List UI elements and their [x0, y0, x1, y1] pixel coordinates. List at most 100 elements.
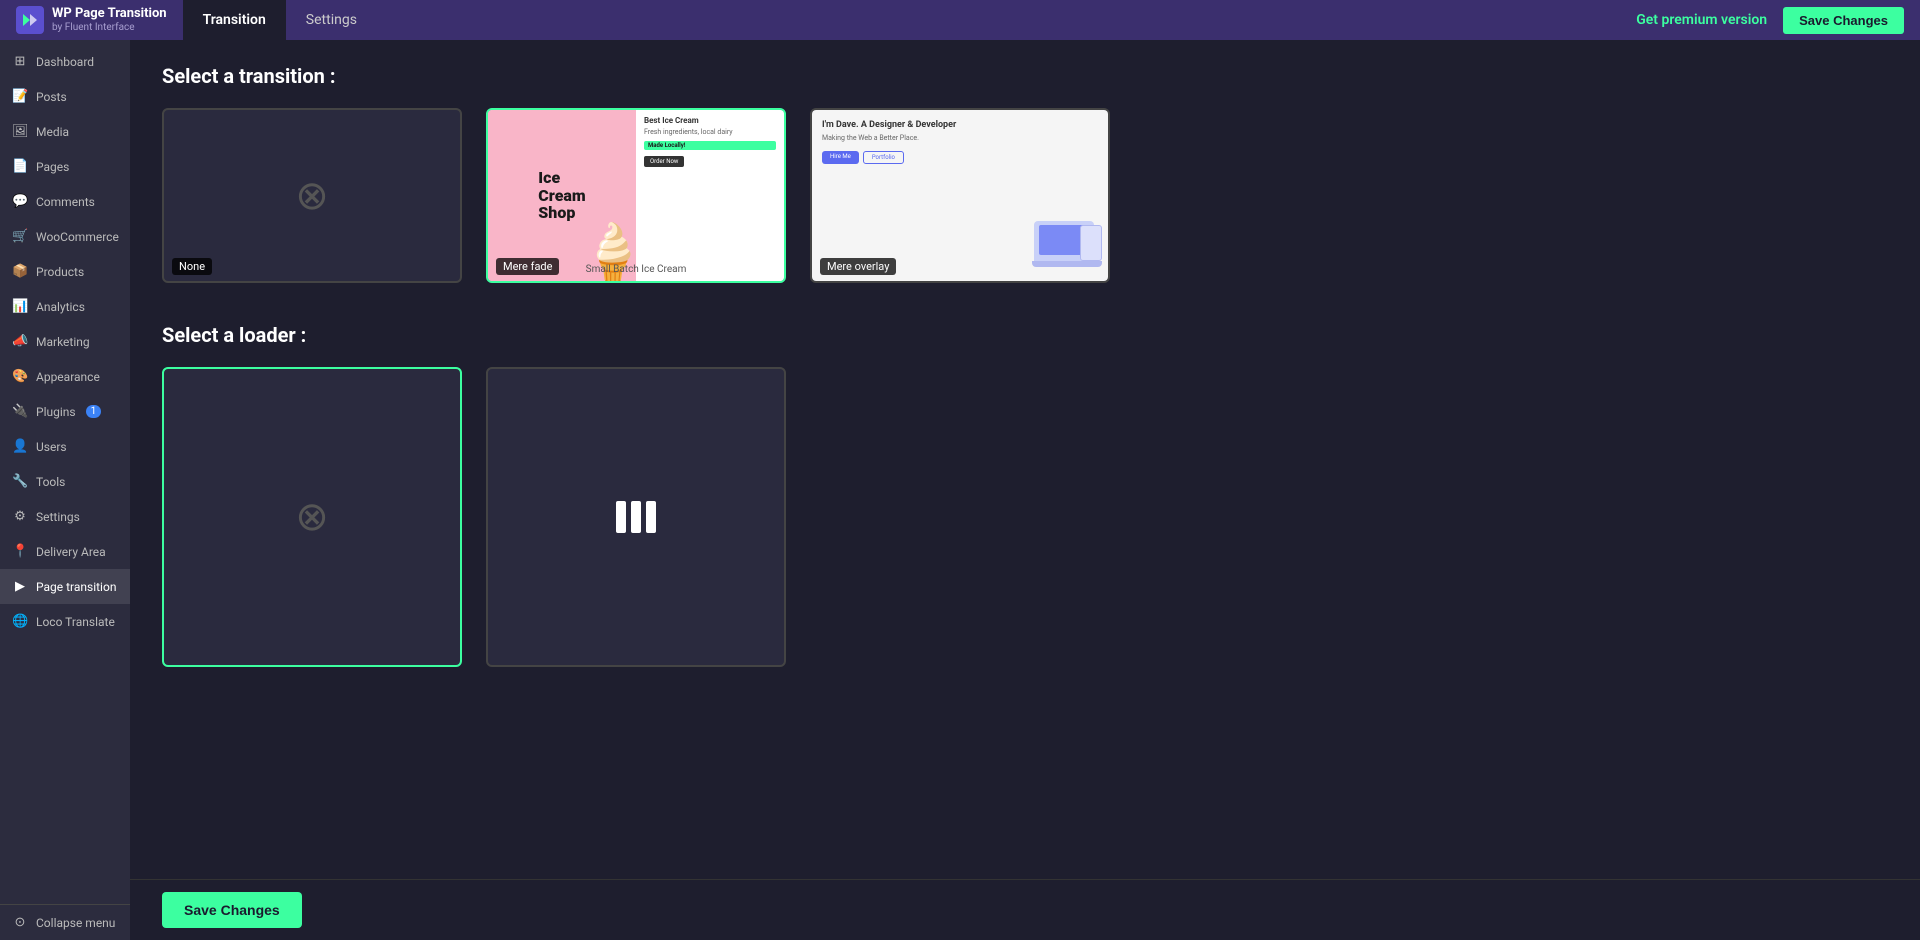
- sidebar-label-users: Users: [36, 440, 67, 454]
- icp-title: IceCreamShop: [538, 169, 585, 222]
- sidebar-label-tools: Tools: [36, 475, 65, 489]
- sidebar-label-loco-translate: Loco Translate: [36, 615, 115, 629]
- loader-section-title: Select a loader :: [162, 323, 1888, 347]
- card-label-none: None: [172, 258, 212, 275]
- page-transition-icon: ▶: [12, 579, 28, 594]
- card-label-mere-overlay: Mere overlay: [820, 258, 896, 275]
- comments-icon: 💬: [12, 194, 28, 209]
- sidebar-label-dashboard: Dashboard: [36, 55, 94, 69]
- sidebar-label-delivery-area: Delivery Area: [36, 545, 106, 559]
- tab-transition[interactable]: Transition: [183, 0, 286, 40]
- dashboard-icon: ⊞: [12, 54, 28, 69]
- sidebar-collapse[interactable]: ⊙ Collapse menu: [0, 904, 130, 940]
- ovp-device: [1032, 220, 1102, 275]
- save-changes-bottom-button[interactable]: Save Changes: [162, 892, 302, 928]
- sidebar: ⊞ Dashboard 📝 Posts 🖼 Media 📄Pages💬Comments 🛒 Wo…: [0, 40, 130, 940]
- save-changes-top-button[interactable]: Save Changes: [1783, 7, 1904, 34]
- sidebar-label-page-transition: Page transition: [36, 580, 116, 594]
- sidebar-item-marketing[interactable]: 📣 Marketing: [0, 324, 130, 359]
- icp-left: IceCreamShop 🍦: [488, 110, 636, 281]
- icp-right-sub: Fresh ingredients, local dairy: [644, 128, 776, 136]
- plugins-icon: 🔌: [12, 404, 28, 419]
- sidebar-item-page-transition[interactable]: ▶ Page transition: [0, 569, 130, 604]
- sidebar-item-comments[interactable]: 💬Comments: [0, 184, 130, 219]
- plugin-logo-icon: [16, 6, 44, 34]
- sidebar-label-woocommerce: WooCommerce: [36, 230, 119, 244]
- collapse-label: Collapse menu: [36, 916, 115, 930]
- ovp-phone: [1080, 225, 1102, 261]
- loader-card-bars[interactable]: [486, 367, 786, 667]
- ovp-laptop-base: [1032, 261, 1102, 267]
- get-premium-link[interactable]: Get premium version: [1636, 12, 1767, 28]
- loader-bar-1: [616, 501, 626, 533]
- sidebar-label-analytics: Analytics: [36, 300, 85, 314]
- plugin-title-text: WP Page Transition by Fluent Interface: [52, 7, 167, 32]
- sidebar-item-appearance[interactable]: 🎨 Appearance: [0, 359, 130, 394]
- content: Select a transition : ⊗ None IceCreamSho…: [130, 40, 1920, 879]
- transition-cards-row: ⊗ None IceCreamShop 🍦 Best Ice Cream Fre…: [162, 108, 1888, 283]
- analytics-icon: 📊: [12, 299, 28, 314]
- sidebar-item-analytics[interactable]: 📊 Analytics: [0, 289, 130, 324]
- none-x-icon: ⊗: [295, 176, 329, 216]
- loader-bar-3: [646, 501, 656, 533]
- sidebar-label-media: Media: [36, 125, 69, 139]
- loader-cards-row: ⊗: [162, 367, 1888, 667]
- collapse-icon: ⊙: [12, 915, 28, 930]
- topbar: WP Page Transition by Fluent Interface T…: [0, 0, 1920, 40]
- products-icon: 📦: [12, 264, 28, 279]
- sidebar-label-pages: Pages: [36, 160, 69, 174]
- sidebar-label-appearance: Appearance: [36, 370, 100, 384]
- ovp-outline-btn: Portfolio: [863, 151, 904, 164]
- media-icon: 🖼: [12, 124, 28, 139]
- sidebar-item-delivery-area[interactable]: 📍 Delivery Area: [0, 534, 130, 569]
- marketing-icon: 📣: [12, 334, 28, 349]
- sidebar-item-settings[interactable]: ⚙ Settings: [0, 499, 130, 534]
- icp-right-title: Best Ice Cream: [644, 116, 776, 125]
- icp-right: Best Ice Cream Fresh ingredients, local …: [636, 110, 784, 281]
- sidebar-item-tools[interactable]: 🔧 Tools: [0, 464, 130, 499]
- transition-card-none[interactable]: ⊗ None: [162, 108, 462, 283]
- posts-icon: 📝: [12, 89, 28, 104]
- icp-btn: Order Now: [644, 156, 684, 167]
- badge-plugins: 1: [86, 405, 102, 418]
- plugin-by: by Fluent Interface: [52, 22, 167, 33]
- sidebar-label-marketing: Marketing: [36, 335, 90, 349]
- plugin-logo: WP Page Transition by Fluent Interface: [16, 6, 167, 34]
- sidebar-label-products: Products: [36, 265, 84, 279]
- icp-badge: Made Locally!: [644, 141, 776, 150]
- settings-icon: ⚙: [12, 509, 28, 524]
- sidebar-item-plugins[interactable]: 🔌 Plugins 1: [0, 394, 130, 429]
- appearance-icon: 🎨: [12, 369, 28, 384]
- transition-card-mere-overlay[interactable]: I'm Dave. A Designer & Developer Making …: [810, 108, 1110, 283]
- woocommerce-icon: 🛒: [12, 229, 28, 244]
- loco-translate-icon: 🌐: [12, 614, 28, 629]
- topbar-right: Get premium version Save Changes: [1636, 7, 1904, 34]
- tab-settings[interactable]: Settings: [286, 0, 377, 40]
- plugin-name: WP Page Transition: [52, 7, 167, 21]
- ovp-title: I'm Dave. A Designer & Developer: [822, 120, 1098, 130]
- card-label-mere-fade: Mere fade: [496, 258, 559, 275]
- sidebar-item-products[interactable]: 📦 Products: [0, 254, 130, 289]
- sidebar-item-pages[interactable]: 📄Pages: [0, 149, 130, 184]
- sidebar-item-media[interactable]: 🖼 Media: [0, 114, 130, 149]
- bottom-bar: Save Changes: [130, 879, 1920, 940]
- loader-bars: [616, 501, 656, 533]
- delivery-area-icon: 📍: [12, 544, 28, 559]
- sidebar-item-dashboard[interactable]: ⊞ Dashboard: [0, 44, 130, 79]
- sidebar-label-plugins: Plugins: [36, 405, 76, 419]
- loader-card-none[interactable]: ⊗: [162, 367, 462, 667]
- overlay-preview: I'm Dave. A Designer & Developer Making …: [812, 110, 1108, 281]
- sidebar-label-posts: Posts: [36, 90, 67, 104]
- sidebar-item-users[interactable]: 👤 Users: [0, 429, 130, 464]
- sidebar-item-posts[interactable]: 📝 Posts: [0, 79, 130, 114]
- users-icon: 👤: [12, 439, 28, 454]
- ovp-sub: Making the Web a Better Place.: [822, 134, 1098, 144]
- ice-cream-preview: IceCreamShop 🍦 Best Ice Cream Fresh ingr…: [488, 110, 784, 281]
- ovp-btn-row: Hire Me Portfolio: [822, 151, 1098, 164]
- sidebar-label-settings: Settings: [36, 510, 80, 524]
- sidebar-item-woocommerce[interactable]: 🛒 WooCommerce: [0, 219, 130, 254]
- tools-icon: 🔧: [12, 474, 28, 489]
- sidebar-item-loco-translate[interactable]: 🌐 Loco Translate: [0, 604, 130, 639]
- transition-card-mere-fade[interactable]: IceCreamShop 🍦 Best Ice Cream Fresh ingr…: [486, 108, 786, 283]
- icp-caption: Small Batch Ice Cream: [586, 264, 687, 275]
